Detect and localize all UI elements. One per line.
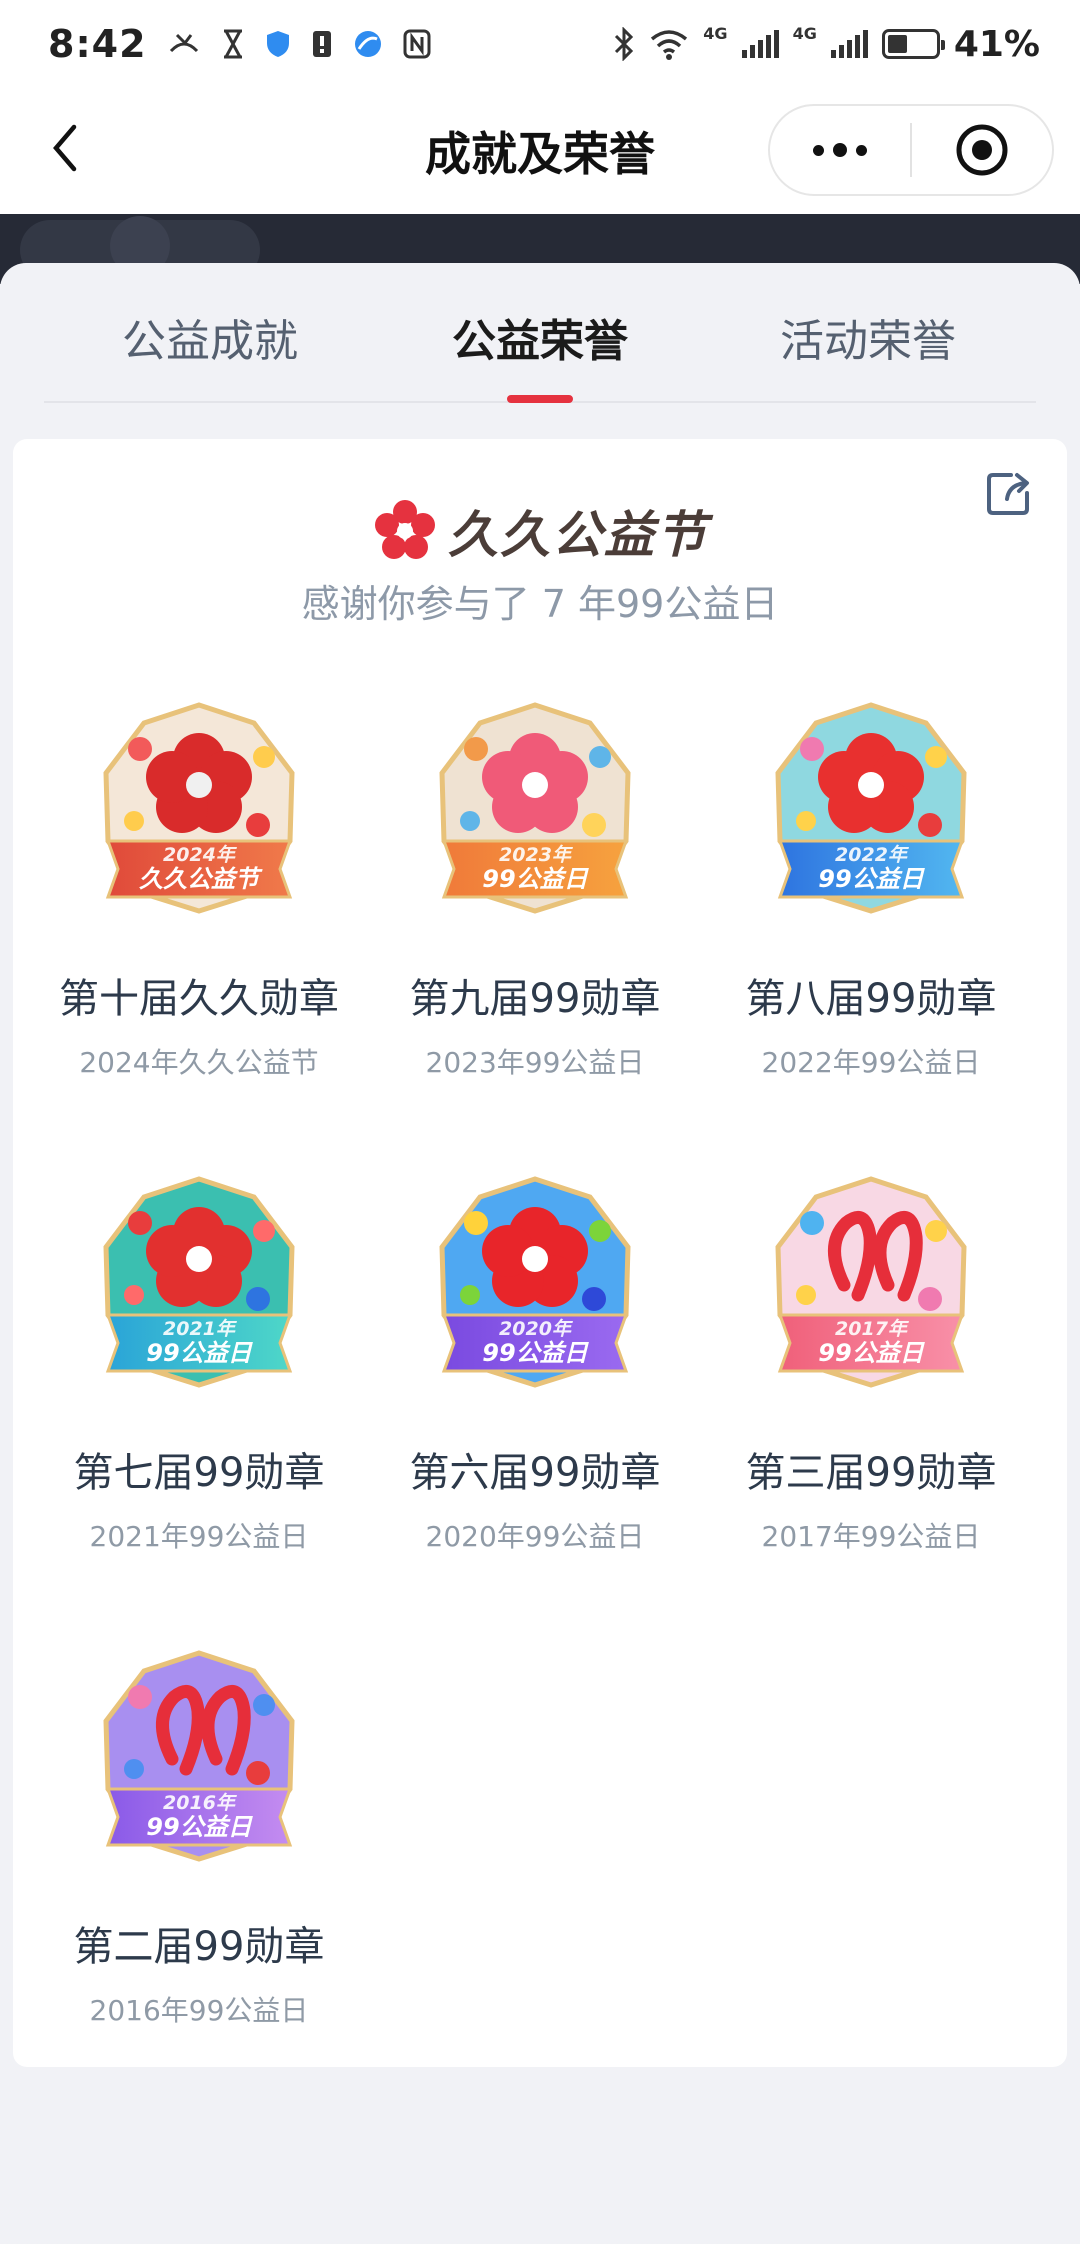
medal-date: 2017年99公益日	[761, 1520, 981, 1553]
medal-badge-icon: 2021年 99公益日	[103, 1176, 295, 1388]
battery-icon	[881, 29, 945, 59]
medal-badge-text: 99公益日	[482, 865, 589, 893]
medal-badge-text: 99公益日	[146, 1339, 253, 1367]
medal-item[interactable]: 2024年 久久公益节 第十届久久勋章 2024年久久公益节	[29, 701, 369, 1101]
medal-name: 第九届99勋章	[409, 976, 661, 1022]
medal-date: 2024年久久公益节	[79, 1046, 319, 1079]
nfc-icon	[403, 29, 431, 59]
medal-name: 第八届99勋章	[745, 976, 997, 1022]
medal-badge-year: 2020年	[499, 1318, 574, 1340]
brand-header: 久久公益节	[13, 495, 1067, 567]
mini-program-capsule	[768, 104, 1054, 196]
medal-badge-year: 2016年	[163, 1792, 238, 1814]
medal-badge-year: 2024年	[163, 844, 238, 866]
medal-badge-year: 2017年	[835, 1318, 910, 1340]
wifi-icon	[651, 30, 688, 60]
sim-alert-icon	[312, 31, 331, 57]
flower-logo-icon	[375, 500, 435, 559]
active-tab-indicator	[507, 395, 573, 403]
status-bar: 8:42 4G 4G 41%	[0, 0, 1080, 88]
more-button[interactable]	[770, 143, 910, 157]
medal-badge-icon: 2017年 99公益日	[775, 1176, 967, 1388]
content-sheet: 公益成就 公益荣誉 活动荣誉 久久公益节 感谢你参与了 7 年99公益日 202…	[0, 263, 1080, 2244]
medal-badge-text: 99公益日	[146, 1813, 253, 1841]
participation-subtitle: 感谢你参与了 7 年99公益日	[301, 582, 779, 626]
medal-badge-year: 2022年	[835, 844, 910, 866]
honors-card: 久久公益节 感谢你参与了 7 年99公益日 2024年 久久公益节 第十届久久勋…	[13, 439, 1067, 2067]
medal-name: 第七届99勋章	[73, 1450, 325, 1496]
tab-activity-honors[interactable]: 活动荣誉	[718, 305, 1018, 369]
close-button[interactable]	[912, 123, 1052, 177]
medal-item[interactable]: 2020年 99公益日 第六届99勋章 2020年99公益日	[365, 1175, 705, 1575]
network-type-label: 4G	[703, 23, 728, 43]
medal-badge-text: 99公益日	[482, 1339, 589, 1367]
medal-item[interactable]: 2023年 99公益日 第九届99勋章 2023年99公益日	[365, 701, 705, 1101]
medal-badge-text: 99公益日	[818, 865, 925, 893]
medal-name: 第二届99勋章	[73, 1924, 325, 1970]
medal-badge-icon: 2016年 99公益日	[103, 1650, 295, 1862]
tab-achievements[interactable]: 公益成就	[60, 305, 360, 369]
network-type-label: 4G	[792, 23, 817, 43]
medal-item[interactable]: 2017年 99公益日 第三届99勋章 2017年99公益日	[701, 1175, 1041, 1575]
medal-name: 第三届99勋章	[745, 1450, 997, 1496]
medal-name: 第六届99勋章	[409, 1450, 661, 1496]
more-dot	[833, 143, 847, 157]
medal-item[interactable]: 2022年 99公益日 第八届99勋章 2022年99公益日	[701, 701, 1041, 1101]
medal-badge-text: 久久公益节	[139, 865, 263, 893]
signal-icon	[741, 30, 779, 58]
brand-name: 久久公益节	[448, 506, 708, 564]
bluetooth-icon	[615, 27, 634, 61]
medal-badge-icon: 2024年 久久公益节	[103, 702, 295, 914]
tab-bar: 公益成就 公益荣誉 活动荣誉	[44, 263, 1036, 403]
medal-badge-year: 2021年	[163, 1318, 238, 1340]
status-time: 8:42	[48, 22, 147, 66]
medal-badge-icon: 2023年 99公益日	[439, 702, 631, 914]
medal-date: 2021年99公益日	[89, 1520, 309, 1553]
medal-item[interactable]: 2021年 99公益日 第七届99勋章 2021年99公益日	[29, 1175, 369, 1575]
nav-bar: 成就及荣誉	[0, 88, 1080, 214]
medal-badge-year: 2023年	[499, 844, 574, 866]
shield-icon	[266, 31, 289, 57]
medal-name: 第十届久久勋章	[59, 976, 339, 1022]
medal-date: 2022年99公益日	[761, 1046, 981, 1079]
medal-badge-text: 99公益日	[818, 1339, 925, 1367]
medal-badge-icon: 2020年 99公益日	[439, 1176, 631, 1388]
browser-icon	[354, 31, 381, 57]
medal-date: 2020年99公益日	[425, 1520, 645, 1553]
medal-date: 2023年99公益日	[425, 1046, 645, 1079]
signal-icon	[830, 30, 868, 58]
target-circle-icon	[956, 124, 1008, 176]
more-dot	[856, 144, 867, 156]
tab-honors[interactable]: 公益荣誉	[390, 305, 690, 369]
medal-date: 2016年99公益日	[89, 1994, 309, 2027]
battery-percent: 41%	[953, 23, 1040, 65]
more-dot	[813, 144, 824, 156]
medal-item[interactable]: 2016年 99公益日 第二届99勋章 2016年99公益日	[29, 1649, 369, 2049]
missed-call-icon	[169, 33, 198, 53]
medal-badge-icon: 2022年 99公益日	[775, 702, 967, 914]
hourglass-icon	[223, 29, 242, 59]
